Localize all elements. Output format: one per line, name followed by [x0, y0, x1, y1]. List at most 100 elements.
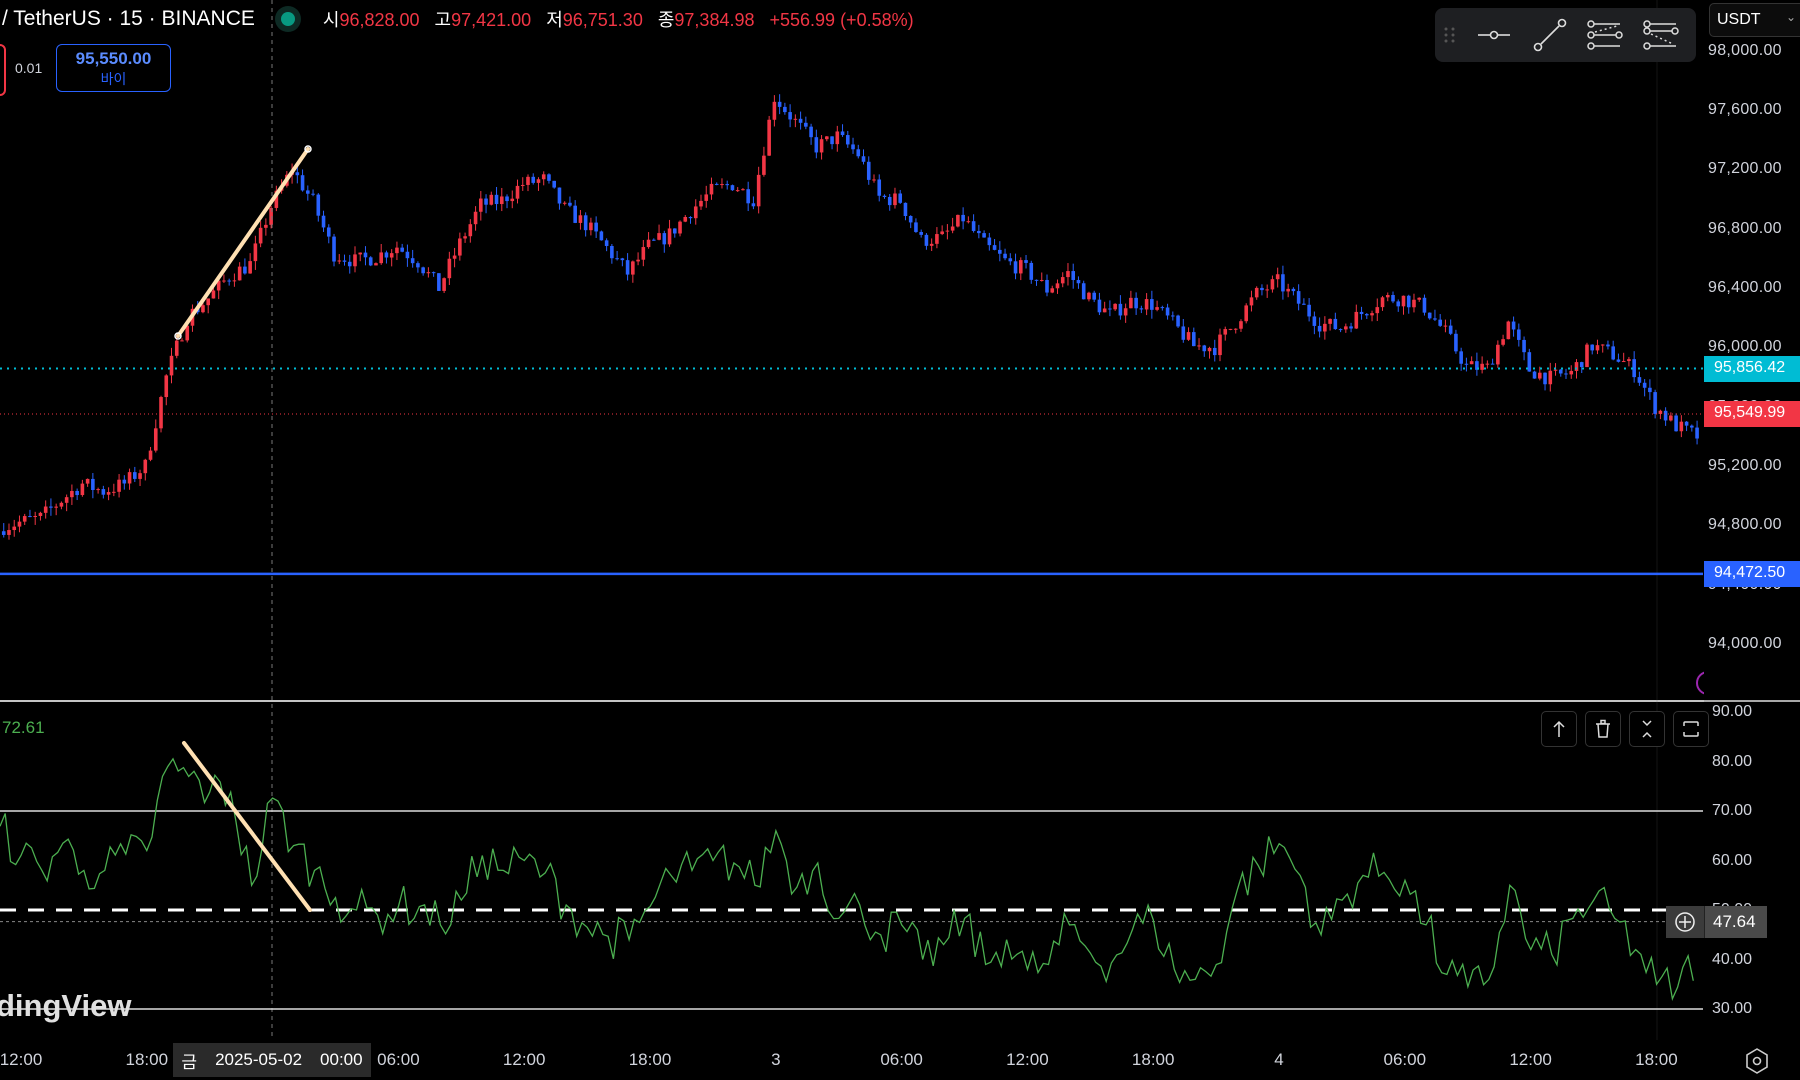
- candle-body: [1123, 308, 1128, 316]
- candle-body: [646, 239, 651, 248]
- plus-circle-icon: [1675, 912, 1695, 932]
- candle-body: [1265, 289, 1269, 291]
- candle-body: [1291, 288, 1296, 292]
- candle-body: [211, 290, 216, 299]
- candle-body: [856, 149, 861, 157]
- price-axis-label: 97,200.00: [1708, 160, 1782, 178]
- buy-button[interactable]: 95,550.00 바이: [56, 44, 171, 92]
- candle-body: [887, 196, 892, 206]
- delete-pane-button[interactable]: [1585, 711, 1621, 747]
- candle-body: [667, 228, 672, 245]
- candle-body: [1270, 279, 1275, 290]
- candle-body: [1275, 274, 1280, 280]
- candle-body: [258, 227, 263, 244]
- candle-body: [1018, 260, 1023, 274]
- time-axis-label: 12:00: [1006, 1050, 1049, 1069]
- price-axis-label: 96,400.00: [1708, 278, 1782, 296]
- buy-label: 바이: [100, 71, 127, 87]
- symbol-title[interactable]: / TetherUS · 15 · BINANCE: [2, 7, 255, 31]
- candle-body: [468, 224, 473, 237]
- fib-extension-icon[interactable]: [1633, 15, 1689, 55]
- candle-body: [1349, 326, 1353, 329]
- chart-settings-button[interactable]: [1744, 1047, 1770, 1080]
- candle-body: [400, 247, 404, 252]
- candle-body: [620, 258, 625, 261]
- candle-body: [1642, 382, 1647, 388]
- candle-body: [631, 261, 635, 275]
- market-status-icon[interactable]: [280, 12, 295, 26]
- sell-button[interactable]: [0, 44, 6, 96]
- candle-body: [1092, 292, 1096, 300]
- candle-body: [1637, 377, 1642, 383]
- chart-canvas[interactable]: [0, 0, 1800, 1080]
- candle-body: [604, 240, 609, 246]
- candle-body: [1191, 332, 1196, 347]
- candle-body: [368, 257, 373, 266]
- add-alert-button[interactable]: [1666, 906, 1705, 938]
- candle-body: [1181, 326, 1186, 340]
- candle-body: [714, 183, 719, 185]
- candle-body: [589, 222, 593, 231]
- candle-body: [22, 516, 27, 522]
- order-quantity[interactable]: 0.01: [15, 60, 42, 76]
- candle-body: [437, 273, 441, 291]
- candle-body: [1496, 344, 1500, 365]
- candle-body: [1537, 372, 1542, 379]
- candle-body: [1055, 283, 1060, 289]
- candle-body: [1380, 297, 1385, 308]
- candle-body: [1071, 271, 1076, 280]
- candle-body: [1522, 339, 1526, 353]
- rsi-trend-line-drawing: [182, 741, 312, 912]
- candle-body: [961, 214, 965, 222]
- candle-body: [1223, 329, 1228, 335]
- rsi-value-tag: 47.64: [1666, 906, 1767, 938]
- candle-body: [730, 185, 735, 191]
- candle-body: [599, 231, 604, 241]
- candle-body: [421, 267, 425, 274]
- drag-handle-icon[interactable]: [1435, 15, 1465, 55]
- candle-body: [1, 531, 6, 535]
- candle-body: [998, 249, 1002, 254]
- fib-retracement-icon[interactable]: [1577, 15, 1633, 55]
- trend-line-icon[interactable]: [1523, 15, 1577, 55]
- candle-body: [966, 221, 971, 223]
- candle-body: [1097, 299, 1102, 313]
- candle-body: [940, 231, 944, 235]
- candle-body: [825, 136, 829, 140]
- candle-body: [526, 176, 530, 185]
- candle-body: [725, 184, 730, 186]
- candle-body: [43, 506, 48, 513]
- candle-body: [1102, 308, 1107, 313]
- candle-body: [1558, 369, 1563, 374]
- collapse-pane-button[interactable]: [1629, 711, 1665, 747]
- move-pane-up-button[interactable]: [1541, 711, 1577, 747]
- horizontal-line-icon[interactable]: [1465, 15, 1523, 55]
- candle-body: [1396, 301, 1401, 307]
- candle-body: [12, 526, 17, 531]
- price-axis-label: 94,800.00: [1708, 516, 1782, 534]
- candle-body: [1139, 308, 1144, 310]
- candle-body: [106, 492, 111, 495]
- candle-body: [751, 203, 756, 207]
- candle-body: [1186, 332, 1191, 340]
- candle-body: [552, 180, 557, 188]
- candle-body: [662, 233, 667, 245]
- currency-dropdown[interactable]: USDT ⌄: [1709, 3, 1800, 37]
- candle-body: [1438, 319, 1442, 326]
- candle-body: [295, 172, 300, 176]
- candle-body: [919, 231, 923, 235]
- candle-body: [536, 179, 541, 183]
- rsi-current-value: 72.61: [2, 718, 45, 737]
- candle-body: [956, 214, 960, 227]
- crosshair-date: 2025-05-02: [215, 1050, 303, 1069]
- maximize-pane-button[interactable]: [1673, 711, 1709, 747]
- candle-body: [395, 247, 399, 254]
- tradingview-watermark: dingView: [0, 988, 132, 1023]
- candle-body: [1150, 299, 1154, 310]
- candle-body: [1076, 279, 1081, 284]
- candle-body: [1695, 427, 1699, 439]
- rsi-axis-label: 30.00: [1712, 1000, 1753, 1017]
- candle-body: [1448, 325, 1453, 334]
- candle-body: [1375, 307, 1380, 314]
- candle-body: [222, 280, 226, 282]
